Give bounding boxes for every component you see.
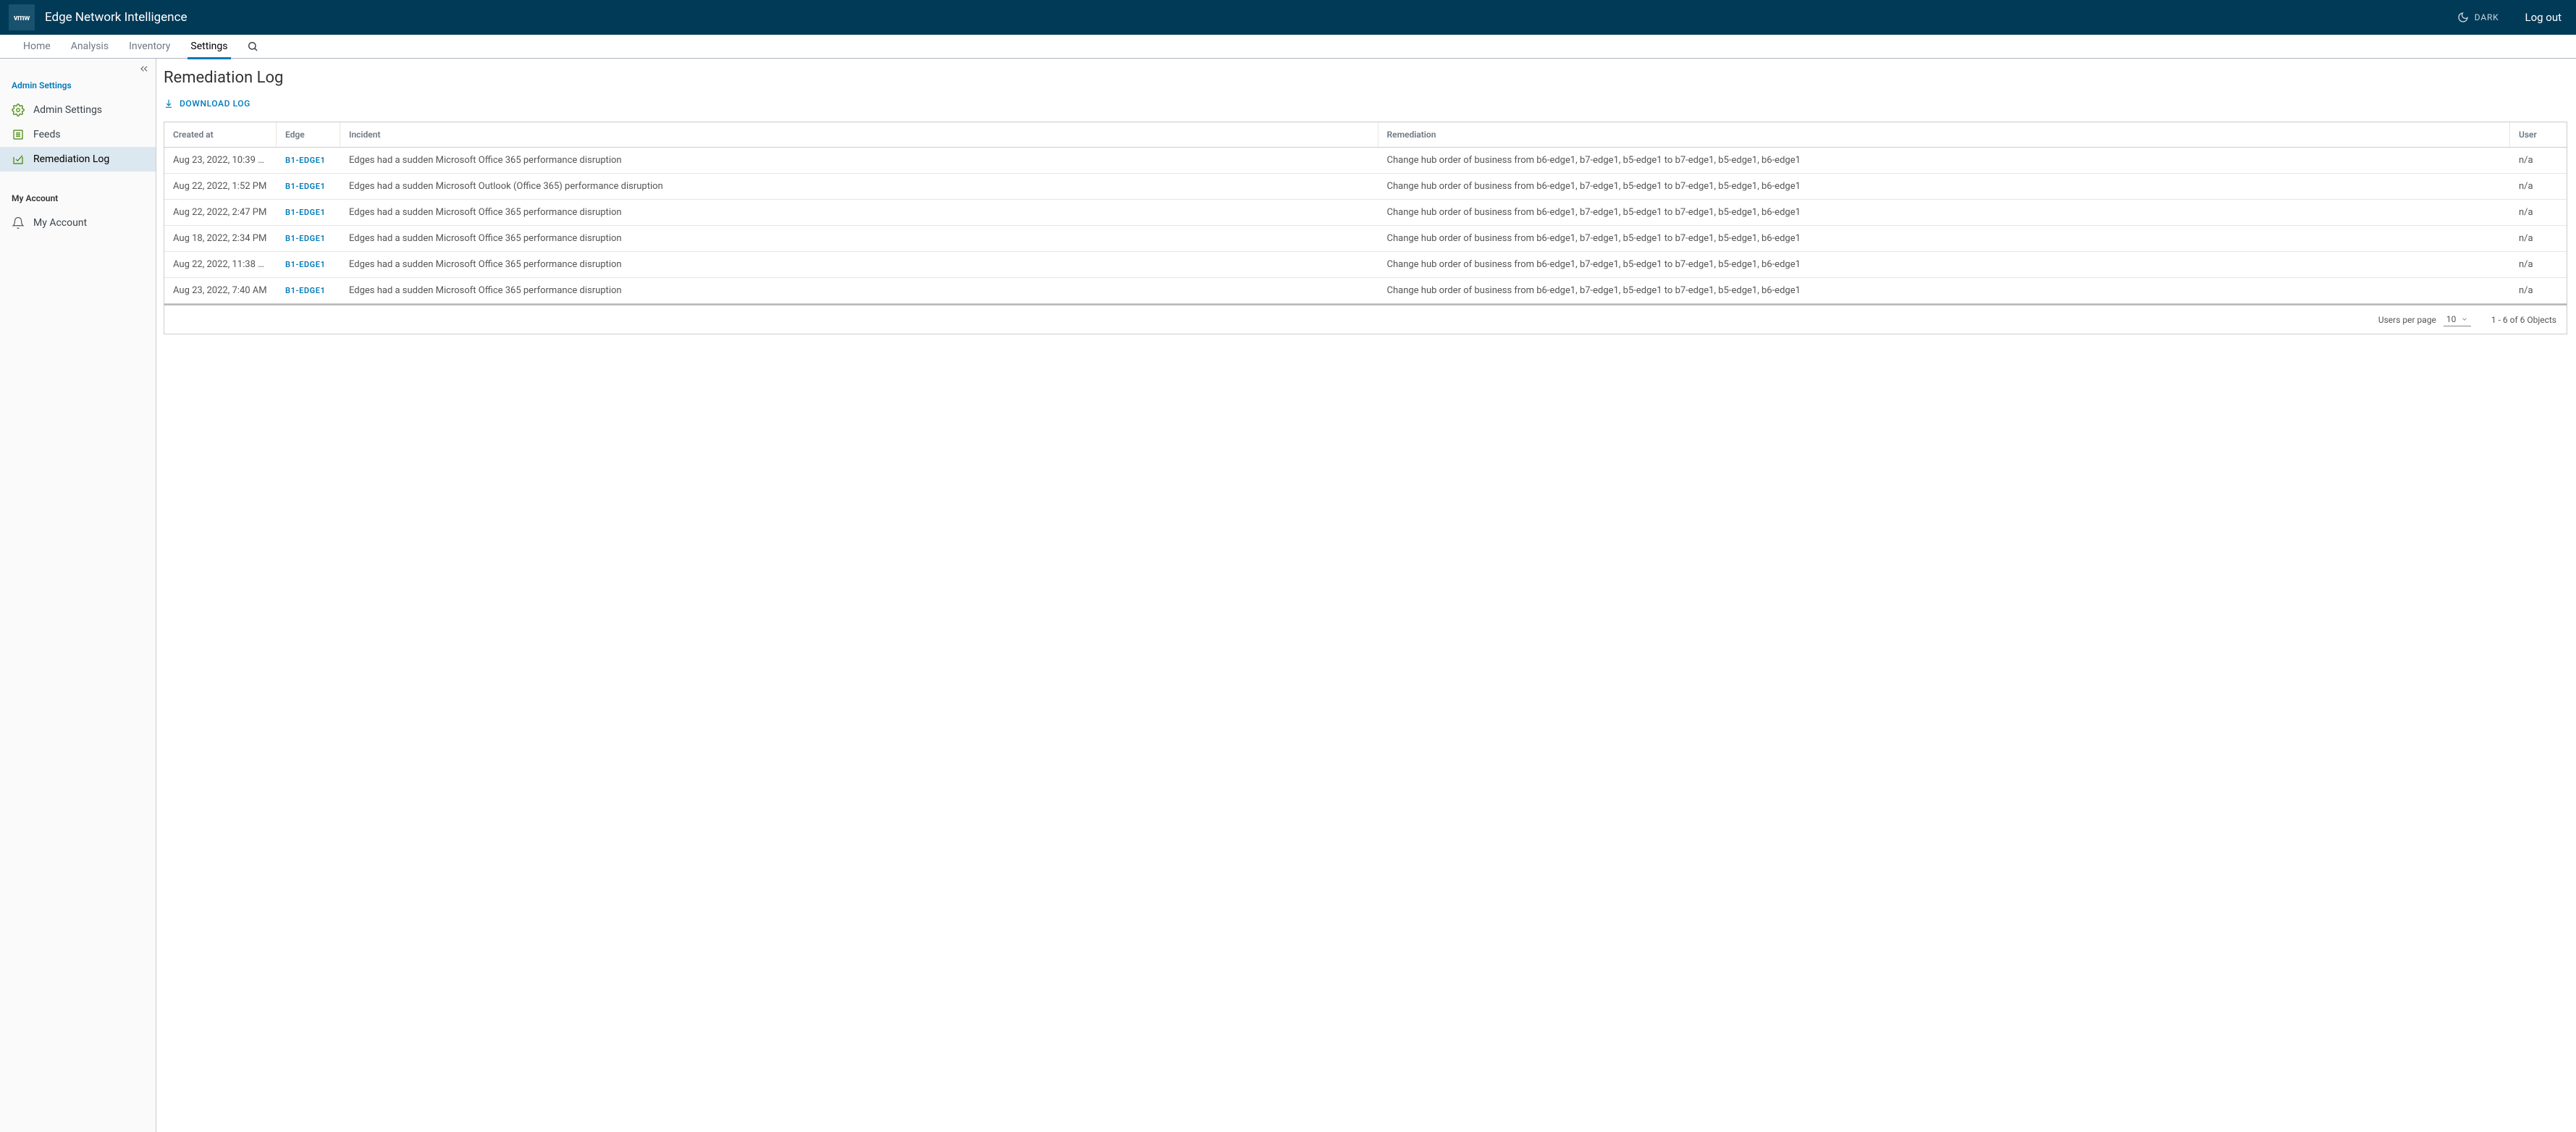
sidebar-item-label: My Account bbox=[33, 217, 87, 229]
main-content: Remediation Log DOWNLOAD LOG Created at … bbox=[156, 59, 2576, 1132]
dark-mode-toggle[interactable]: DARK bbox=[2457, 12, 2499, 23]
cell-user: n/a bbox=[2510, 148, 2567, 173]
per-page-label: Users per page bbox=[2378, 315, 2436, 325]
nav-search-button[interactable] bbox=[238, 41, 267, 52]
cell-incident: Edges had a sudden Microsoft Office 365 … bbox=[340, 252, 1379, 277]
bell-icon bbox=[12, 216, 25, 229]
table-row: Aug 22, 2022, 1:52 PMB1-EDGE1Edges had a… bbox=[164, 174, 2567, 200]
page-title: Remediation Log bbox=[164, 69, 2576, 87]
cell-edge-link[interactable]: B1-EDGE1 bbox=[277, 148, 340, 172]
cell-incident: Edges had a sudden Microsoft Office 365 … bbox=[340, 200, 1379, 225]
sidebar-item-label: Feeds bbox=[33, 129, 61, 140]
page-size-control: Users per page 10 bbox=[2378, 313, 2471, 326]
sidebar: Admin Settings Admin Settings Feeds Remedi… bbox=[0, 59, 156, 1132]
table-row: Aug 23, 2022, 10:39 AMB1-EDGE1Edges had … bbox=[164, 148, 2567, 174]
download-log-label: DOWNLOAD LOG bbox=[180, 98, 251, 109]
sidebar-section-admin: Admin Settings bbox=[0, 59, 156, 98]
chevron-down-icon bbox=[2461, 316, 2468, 323]
table-row: Aug 22, 2022, 11:38 AMB1-EDGE1Edges had … bbox=[164, 252, 2567, 278]
table-row: Aug 18, 2022, 2:34 PMB1-EDGE1Edges had a… bbox=[164, 226, 2567, 252]
nav-item-analysis[interactable]: Analysis bbox=[61, 35, 119, 59]
main-nav: HomeAnalysisInventorySettings bbox=[0, 35, 2576, 59]
cell-created: Aug 18, 2022, 2:34 PM bbox=[164, 226, 277, 251]
sidebar-collapse-button[interactable] bbox=[138, 63, 150, 75]
download-log-button[interactable]: DOWNLOAD LOG bbox=[164, 98, 251, 109]
sidebar-item-admin-settings[interactable]: Admin Settings bbox=[0, 98, 156, 122]
remediation-table: Created at Edge Incident Remediation Use… bbox=[164, 122, 2567, 304]
pagination-range: 1 - 6 of 6 Objects bbox=[2491, 315, 2556, 325]
cell-created: Aug 22, 2022, 1:52 PM bbox=[164, 174, 277, 199]
cell-remediation: Change hub order of business from b6-edg… bbox=[1379, 226, 2511, 251]
cell-user: n/a bbox=[2510, 174, 2567, 199]
top-header: vmw Edge Network Intelligence DARK Log o… bbox=[0, 0, 2576, 35]
cell-incident: Edges had a sudden Microsoft Office 365 … bbox=[340, 226, 1379, 251]
cell-created: Aug 22, 2022, 11:38 AM bbox=[164, 252, 277, 277]
cell-created: Aug 23, 2022, 10:39 AM bbox=[164, 148, 277, 173]
table-header: Created at Edge Incident Remediation Use… bbox=[164, 122, 2567, 148]
gear-icon bbox=[12, 104, 25, 117]
cell-user: n/a bbox=[2510, 278, 2567, 303]
search-icon bbox=[247, 41, 258, 52]
chevrons-left-icon bbox=[138, 63, 150, 75]
dark-label: DARK bbox=[2475, 12, 2499, 22]
cell-remediation: Change hub order of business from b6-edg… bbox=[1379, 278, 2511, 303]
table-row: Aug 22, 2022, 2:47 PMB1-EDGE1Edges had a… bbox=[164, 200, 2567, 226]
sidebar-item-my-account[interactable]: My Account bbox=[0, 211, 156, 235]
cell-edge-link[interactable]: B1-EDGE1 bbox=[277, 227, 340, 250]
cell-remediation: Change hub order of business from b6-edg… bbox=[1379, 148, 2511, 173]
table-footer: Users per page 10 1 - 6 of 6 Objects bbox=[164, 304, 2567, 334]
col-header-incident[interactable]: Incident bbox=[340, 122, 1379, 147]
list-icon bbox=[12, 128, 25, 141]
cell-edge-link[interactable]: B1-EDGE1 bbox=[277, 200, 340, 224]
sidebar-item-feeds[interactable]: Feeds bbox=[0, 122, 156, 147]
per-page-select[interactable]: 10 bbox=[2444, 313, 2471, 326]
sidebar-item-remediation-log[interactable]: Remediation Log bbox=[0, 147, 156, 172]
col-header-user[interactable]: User bbox=[2510, 122, 2567, 147]
cell-created: Aug 23, 2022, 7:40 AM bbox=[164, 278, 277, 303]
moon-icon bbox=[2457, 12, 2469, 23]
col-header-edge[interactable]: Edge bbox=[277, 122, 340, 147]
cell-created: Aug 22, 2022, 2:47 PM bbox=[164, 200, 277, 225]
col-header-remediation[interactable]: Remediation bbox=[1379, 122, 2511, 147]
brand-logo: vmw bbox=[9, 4, 35, 30]
cell-user: n/a bbox=[2510, 252, 2567, 277]
cell-incident: Edges had a sudden Microsoft Office 365 … bbox=[340, 148, 1379, 173]
download-icon bbox=[164, 98, 174, 109]
cell-incident: Edges had a sudden Microsoft Office 365 … bbox=[340, 278, 1379, 303]
nav-item-home[interactable]: Home bbox=[13, 35, 61, 59]
cell-user: n/a bbox=[2510, 200, 2567, 225]
cell-remediation: Change hub order of business from b6-edg… bbox=[1379, 200, 2511, 225]
cell-remediation: Change hub order of business from b6-edg… bbox=[1379, 174, 2511, 199]
nav-item-settings[interactable]: Settings bbox=[180, 35, 237, 59]
col-header-created[interactable]: Created at bbox=[164, 122, 277, 147]
nav-item-inventory[interactable]: Inventory bbox=[119, 35, 180, 59]
cell-incident: Edges had a sudden Microsoft Outlook (Of… bbox=[340, 174, 1379, 199]
sidebar-item-label: Admin Settings bbox=[33, 104, 102, 116]
logout-link[interactable]: Log out bbox=[2525, 11, 2562, 24]
cell-edge-link[interactable]: B1-EDGE1 bbox=[277, 174, 340, 198]
check-icon bbox=[12, 153, 25, 166]
per-page-value: 10 bbox=[2446, 314, 2457, 324]
table-row: Aug 23, 2022, 7:40 AMB1-EDGE1Edges had a… bbox=[164, 278, 2567, 303]
cell-user: n/a bbox=[2510, 226, 2567, 251]
cell-edge-link[interactable]: B1-EDGE1 bbox=[277, 279, 340, 303]
cell-remediation: Change hub order of business from b6-edg… bbox=[1379, 252, 2511, 277]
sidebar-section-account: My Account bbox=[0, 172, 156, 211]
cell-edge-link[interactable]: B1-EDGE1 bbox=[277, 253, 340, 276]
sidebar-item-label: Remediation Log bbox=[33, 153, 109, 165]
app-title: Edge Network Intelligence bbox=[45, 10, 2457, 25]
